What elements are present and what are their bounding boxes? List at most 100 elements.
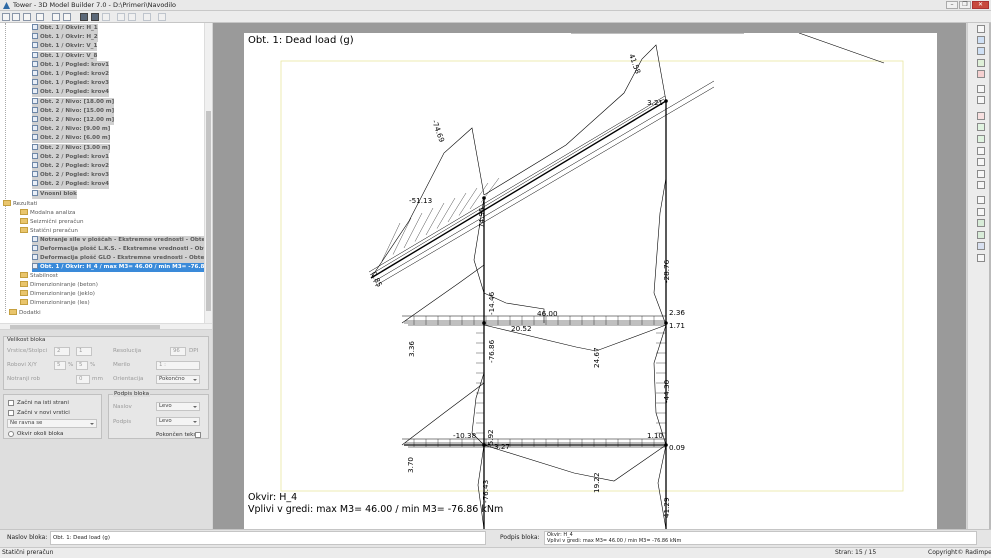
tree-item[interactable]: Stabilnost — [20, 272, 58, 281]
cols-field[interactable]: 1 — [76, 347, 92, 356]
tree-item-label: Obt. 1 / Pogled: krov4 — [40, 89, 110, 96]
align-select[interactable]: Ne ravna se — [7, 419, 97, 428]
check-icon[interactable] — [36, 13, 44, 21]
settings-icon[interactable] — [977, 219, 985, 227]
tree-item[interactable]: Obt. 2 / Nivo: [9.00 m] — [32, 125, 111, 135]
tree-item[interactable]: Obt. 1 / Okvir: V_8 — [32, 51, 98, 61]
podpis-bloka-field[interactable]: Okvir: H_4 Vplivi v gredi: max M3= 46.00… — [544, 531, 977, 545]
tree-item[interactable]: Obt. 2 / Pogled: krov4 — [32, 180, 110, 190]
grid-icon[interactable] — [80, 13, 88, 21]
diagram-value-label: -51.13 — [409, 196, 432, 205]
print-preview-icon[interactable] — [977, 196, 985, 204]
tree-item[interactable]: Obt. 1 / Okvir: H_1 — [32, 24, 98, 33]
vertical-text-checkbox[interactable] — [195, 432, 201, 438]
minimize-button[interactable]: – — [946, 1, 958, 9]
print-icon[interactable] — [977, 208, 985, 216]
maximize-button[interactable]: ❐ — [959, 1, 971, 9]
tree-item[interactable]: Statični preračun — [20, 227, 78, 236]
zoom-icon[interactable] — [977, 112, 985, 120]
fit-icon[interactable] — [977, 170, 985, 178]
inner-margin-field[interactable]: 0 — [76, 375, 90, 384]
tree-vertical-scrollbar[interactable] — [204, 23, 212, 323]
tree-item[interactable]: Obt. 2 / Nivo: [12.00 m] — [32, 116, 115, 125]
move-up-icon[interactable] — [117, 13, 125, 21]
podpis-select[interactable]: Levo — [156, 417, 200, 426]
refresh-icon[interactable] — [143, 13, 151, 21]
tree-item[interactable]: Obt. 2 / Pogled: krov2 — [32, 162, 110, 171]
tree-item[interactable]: Obt. 1 / Pogled: krov3 — [32, 79, 110, 89]
fit-width-icon[interactable] — [977, 181, 985, 189]
tree-item[interactable]: Obt. 2 / Nivo: [3.00 m] — [32, 143, 111, 153]
zoom-in-icon[interactable] — [977, 123, 985, 131]
scale-field[interactable]: 1 : — [156, 361, 200, 370]
same-page-checkbox[interactable] — [8, 400, 14, 406]
margin-x-field[interactable]: 5 — [54, 361, 66, 370]
layout-view-icon[interactable] — [977, 47, 985, 55]
save-icon[interactable] — [158, 13, 166, 21]
tree-horizontal-scrollbar[interactable] — [0, 323, 212, 329]
close-button[interactable]: ✕ — [972, 1, 989, 9]
tree-item[interactable]: Dimenzioniranje (beton) — [20, 281, 98, 290]
tree-item-label: Obt. 2 / Nivo: [6.00 m] — [40, 135, 111, 142]
undo-icon[interactable] — [977, 85, 985, 93]
tree-item[interactable]: Obt. 1 / Pogled: krov2 — [32, 70, 110, 79]
tree-item[interactable]: Obt. 2 / Nivo: [15.00 m] — [32, 106, 115, 116]
tree-item[interactable]: Seizmični preračun — [20, 218, 84, 227]
tree-item[interactable]: Obt. 1 / Okvir: V_1 — [32, 42, 98, 52]
new-icon[interactable] — [2, 13, 10, 21]
tree-item[interactable]: Vnosni blok — [32, 189, 77, 199]
diagram-value-label: 0.09 — [669, 443, 685, 452]
help-icon[interactable] — [977, 254, 985, 262]
open-icon[interactable] — [12, 13, 20, 21]
tree-item[interactable]: Obt. 1 / Pogled: krov4 — [32, 88, 110, 98]
delete-icon[interactable] — [977, 70, 985, 78]
tree-item[interactable]: Obt. 2 / Nivo: [18.00 m] — [32, 97, 115, 107]
frame-radio[interactable] — [8, 431, 14, 437]
naslov-bloka-field[interactable]: Obt. 1: Dead load (g) — [50, 531, 486, 545]
tree-item[interactable]: Deformacija plošč L.K.S. - Ekstremne vre… — [32, 245, 204, 254]
tree-expand-icon[interactable] — [63, 13, 71, 21]
tree-item[interactable]: Obt. 1 / Okvir: H_2 — [32, 33, 98, 43]
tree-item[interactable]: Rezultati — [3, 200, 37, 209]
print-page[interactable]: Obt. 1: Dead load (g) 41.58 3.21 -51.13 -74… — [244, 33, 937, 529]
redo-icon[interactable] — [977, 96, 985, 104]
margin-y-field[interactable]: 5 — [76, 361, 88, 370]
resolution-field[interactable]: 96 — [170, 347, 186, 356]
tree-icon[interactable] — [52, 13, 60, 21]
export-icon[interactable] — [977, 59, 985, 67]
tree-item[interactable]: Obt. 2 / Pogled: krov3 — [32, 171, 110, 181]
color-icon[interactable] — [977, 242, 985, 250]
page-icon[interactable] — [977, 25, 985, 33]
tree-item[interactable]: Obt. 1 / Pogled: krov1 — [32, 60, 110, 70]
new-row-checkbox[interactable] — [8, 410, 14, 416]
folder-icon — [9, 309, 17, 315]
tree-item-label: Obt. 1 / Okvir: H_1 — [40, 25, 98, 31]
tree-item[interactable]: Notranje sile v ploščah - Ekstremne vred… — [32, 236, 204, 245]
tree-item[interactable]: Dodatki — [9, 309, 41, 318]
window-title: Tower - 3D Model Builder 7.0 - D:\Primer… — [13, 1, 177, 9]
hand-icon[interactable] — [977, 158, 985, 166]
two-page-icon[interactable] — [977, 36, 985, 44]
beam-moment-diagram — [483, 444, 667, 482]
naslov-bloka-label: Naslov bloka: — [7, 534, 48, 541]
tree-item[interactable]: Obt. 2 / Nivo: [6.00 m] — [32, 134, 111, 144]
tree-item-label: Dimenzioniranje (jeklo) — [30, 291, 95, 297]
tree-item[interactable]: Dimenzioniranje (jeklo) — [20, 290, 95, 299]
diagram-value-label: 3.70 — [406, 457, 415, 473]
tree-item[interactable]: Dimenzioniranje (les) — [20, 299, 90, 308]
dropdown-icon[interactable] — [102, 13, 110, 21]
tree-item[interactable]: Obt. 2 / Pogled: krov1 — [32, 152, 110, 162]
tree-item[interactable]: Modalna analiza — [20, 209, 75, 218]
tree-item[interactable]: Deformacija plošč GLO - Ekstremne vredno… — [32, 254, 204, 263]
naslov-select[interactable]: Levo — [156, 402, 200, 411]
pan-icon[interactable] — [977, 147, 985, 155]
frame-label: Okvir okoli bloka — [17, 431, 64, 437]
zoom-out-icon[interactable] — [977, 135, 985, 143]
tree-item[interactable]: Obt. 1 / Okvir: H_4 / max M3= 46.00 / mi… — [32, 263, 204, 272]
page-setup-icon[interactable] — [977, 231, 985, 239]
orientation-select[interactable]: Pokončno — [156, 375, 200, 384]
layout-icon[interactable] — [91, 13, 99, 21]
list-icon[interactable] — [23, 13, 31, 21]
rows-field[interactable]: 2 — [54, 347, 70, 356]
move-down-icon[interactable] — [128, 13, 136, 21]
